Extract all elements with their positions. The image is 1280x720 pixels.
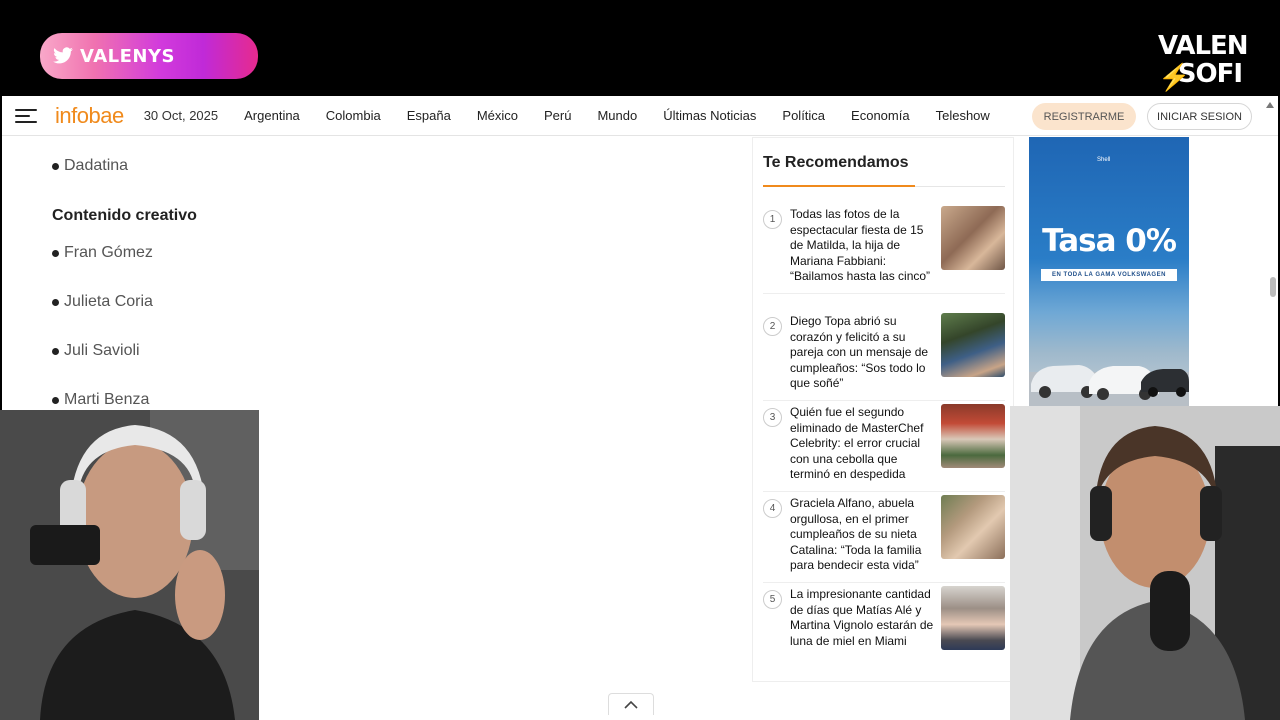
scrollbar-thumb[interactable] xyxy=(1270,277,1276,297)
bullet-icon xyxy=(52,347,59,355)
list-item-label: Juli Savioli xyxy=(64,342,140,359)
ad-subline: EN TODA LA GAMA VOLKSWAGEN xyxy=(1041,269,1177,281)
list-item-label: Dadatina xyxy=(64,157,129,174)
site-logo[interactable]: infobae xyxy=(55,103,124,129)
twitter-handle-text: VALENYS xyxy=(80,45,175,67)
list-item-label: Marti Benza xyxy=(64,391,150,408)
bullet-icon xyxy=(52,298,59,306)
article-thumbnail[interactable] xyxy=(941,404,1005,468)
lightning-icon: ⚡ xyxy=(1158,62,1191,92)
section-heading: Contenido creativo xyxy=(52,207,197,224)
article-headline[interactable]: Todas las fotos de la espectacular fiest… xyxy=(790,207,935,285)
article-thumbnail[interactable] xyxy=(941,313,1005,377)
nav-link-colombia[interactable]: Colombia xyxy=(326,108,381,123)
nav-link-espana[interactable]: España xyxy=(407,108,451,123)
twitter-handle-badge: VALENYS xyxy=(40,33,258,79)
nav-link-mundo[interactable]: Mundo xyxy=(597,108,637,123)
article-rank: 2 xyxy=(763,317,782,336)
scrollbar-up-arrow-icon[interactable] xyxy=(1266,102,1274,108)
nav-link-mexico[interactable]: México xyxy=(477,108,518,123)
list-item[interactable]: Marti Benza xyxy=(52,391,149,409)
webcam-left xyxy=(0,410,259,720)
list-item[interactable]: Fran Gómez xyxy=(52,244,153,262)
ad-sponsor-tag: Shell xyxy=(1097,157,1111,163)
streamer-left-video xyxy=(0,410,259,720)
list-item[interactable]: Dadatina xyxy=(52,157,128,175)
stream-frame: VALENYS VALEN SOFI ⚡ infobae 30 Oct, 202… xyxy=(0,0,1280,720)
recommended-article[interactable]: 2 Diego Topa abrió su corazón y felicitó… xyxy=(763,309,1005,401)
article-thumbnail[interactable] xyxy=(941,495,1005,559)
article-rank: 5 xyxy=(763,590,782,609)
hamburger-menu-icon[interactable] xyxy=(15,108,37,124)
scroll-to-top-button[interactable] xyxy=(608,693,654,715)
recommendations-panel: Te Recomendamos 1 Todas las fotos de la … xyxy=(752,137,1014,682)
nav-link-politica[interactable]: Política xyxy=(782,108,825,123)
article-headline[interactable]: Quién fue el segundo eliminado de Master… xyxy=(790,405,935,483)
nav-link-economia[interactable]: Economía xyxy=(851,108,910,123)
login-button[interactable]: INICIAR SESION xyxy=(1147,103,1252,130)
section-nav: Argentina Colombia España México Perú Mu… xyxy=(244,108,1016,123)
webcam-right xyxy=(1010,406,1280,720)
recommendations-title: Te Recomendamos xyxy=(763,154,909,171)
twitter-bird-icon xyxy=(53,47,73,64)
current-date: 30 Oct, 2025 xyxy=(143,108,219,123)
list-item[interactable]: Juli Savioli xyxy=(52,342,140,360)
nav-link-teleshow[interactable]: Teleshow xyxy=(936,108,990,123)
ad-cars-illustration xyxy=(1029,365,1189,407)
nav-link-peru[interactable]: Perú xyxy=(544,108,571,123)
nav-link-argentina[interactable]: Argentina xyxy=(244,108,300,123)
list-item[interactable]: Julieta Coria xyxy=(52,293,153,311)
article-rank: 3 xyxy=(763,408,782,427)
recommended-article[interactable]: 4 Graciela Alfano, abuela orgullosa, en … xyxy=(763,491,1005,583)
logo-line1: VALEN xyxy=(1158,31,1249,61)
article-rank: 4 xyxy=(763,499,782,518)
streamer-right-video xyxy=(1010,406,1280,720)
bullet-icon xyxy=(52,249,59,257)
register-button[interactable]: REGISTRARME xyxy=(1032,103,1136,130)
title-underline xyxy=(763,185,915,187)
article-headline[interactable]: La impresionante cantidad de días que Ma… xyxy=(790,587,935,649)
site-navbar: infobae 30 Oct, 2025 Argentina Colombia … xyxy=(2,96,1278,136)
list-item-label: Fran Gómez xyxy=(64,244,153,261)
volkswagen-ad-banner[interactable]: Shell Tasa 0% EN TODA LA GAMA VOLKSWAGEN xyxy=(1029,137,1189,407)
article-thumbnail[interactable] xyxy=(941,206,1005,270)
article-rank: 1 xyxy=(763,210,782,229)
recommended-article[interactable]: 5 La impresionante cantidad de días que … xyxy=(763,582,1005,674)
bullet-icon xyxy=(52,396,59,404)
chevron-up-icon xyxy=(624,700,638,709)
ad-headline: Tasa 0% xyxy=(1042,223,1177,259)
article-thumbnail[interactable] xyxy=(941,586,1005,650)
article-headline[interactable]: Diego Topa abrió su corazón y felicitó a… xyxy=(790,314,935,392)
bullet-icon xyxy=(52,162,59,170)
article-headline[interactable]: Graciela Alfano, abuela orgullosa, en el… xyxy=(790,496,935,574)
recommended-article[interactable]: 3 Quién fue el segundo eliminado de Mast… xyxy=(763,400,1005,492)
nav-link-ultimas-noticias[interactable]: Últimas Noticias xyxy=(663,108,756,123)
list-item-label: Julieta Coria xyxy=(64,293,153,310)
valen-sofi-logo: VALEN SOFI ⚡ xyxy=(1158,31,1249,94)
recommended-article[interactable]: 1 Todas las fotos de la espectacular fie… xyxy=(763,202,1005,294)
